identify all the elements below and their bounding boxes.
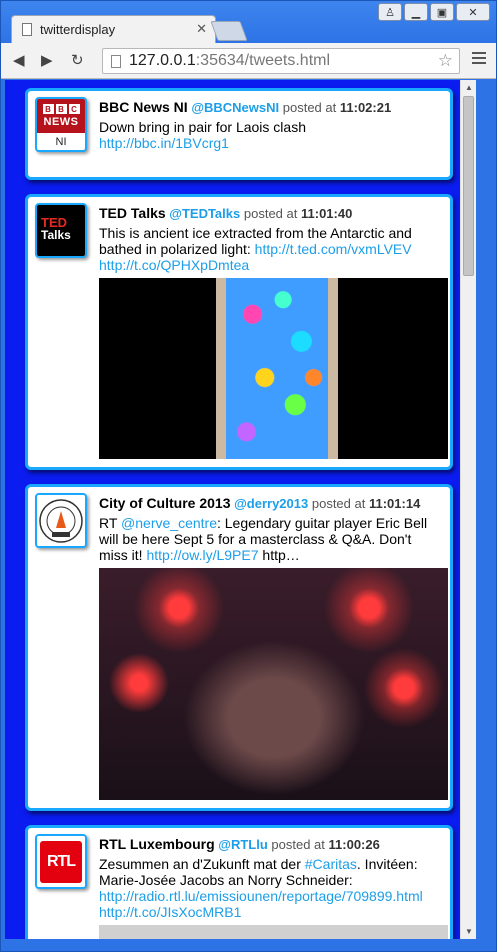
tweet-link[interactable]: http://ow.ly/L9PE7: [146, 547, 258, 563]
vertical-scrollbar[interactable]: ▲ ▼: [460, 80, 476, 939]
page-icon: [22, 23, 32, 36]
menu-icon[interactable]: [472, 52, 486, 67]
tweet-link[interactable]: http://bbc.in/1BVcrg1: [99, 135, 229, 151]
tweet-link[interactable]: http://t.co/QPHXpDmtea: [99, 257, 249, 273]
tweet-meta: TED Talks @TEDTalks posted at 11:01:40: [99, 205, 353, 221]
url-host: 127.0.0.1: [129, 52, 196, 69]
tweet-link[interactable]: http://t.co/JIsXocMRB1: [99, 904, 241, 920]
city-of-culture-logo: [37, 495, 85, 546]
browser-toolbar: ◀ ▶ ↻ 127.0.0.1:35634/tweets.html ☆: [1, 43, 496, 79]
tweet-handle[interactable]: @derry2013: [234, 496, 308, 511]
guitarist-photo: [99, 568, 448, 800]
tweet-author: City of Culture 2013: [99, 495, 231, 511]
page-icon: [111, 54, 121, 68]
rtl-logo: RTL: [37, 836, 85, 887]
address-bar[interactable]: 127.0.0.1:35634/tweets.html ☆: [102, 48, 460, 74]
tab-close-icon[interactable]: ✕: [196, 21, 207, 37]
avatar-ted-talks[interactable]: TED Talks: [35, 203, 87, 258]
tweet-hashtag[interactable]: #Caritas: [305, 856, 357, 872]
window-frame: [476, 80, 496, 939]
title-bar: twitterdisplay ✕ ♙ ▁ ▣ ✕: [1, 1, 496, 43]
maximize-button[interactable]: ▣: [430, 3, 454, 21]
avatar-bbc-news-ni[interactable]: BBC NEWS NI: [35, 97, 87, 152]
tweet-text: This is ancient ice extracted from the A…: [99, 225, 412, 273]
tweet-meta: City of Culture 2013 @derry2013 posted a…: [99, 495, 421, 511]
tweet-author: BBC News NI: [99, 99, 188, 115]
scroll-down-arrow-icon[interactable]: ▼: [465, 927, 473, 936]
tweet-link[interactable]: http://radio.rtl.lu/emissiounen/reportag…: [99, 888, 423, 904]
new-tab-button[interactable]: [210, 21, 248, 41]
tweet-time: 11:01:14: [368, 496, 421, 511]
tweet-author: RTL Luxembourg: [99, 836, 215, 852]
url-path: :35634/tweets.html: [195, 52, 331, 69]
scroll-up-arrow-icon[interactable]: ▲: [465, 83, 473, 92]
scrollbar-thumb[interactable]: [463, 96, 474, 276]
back-icon[interactable]: ◀: [13, 51, 25, 69]
tweet-meta: RTL Luxembourg @RTLlu posted at 11:00:26: [99, 836, 380, 852]
tab-twitterdisplay[interactable]: twitterdisplay ✕: [11, 15, 216, 43]
avatar-city-of-culture[interactable]: [35, 493, 87, 548]
minimize-button[interactable]: ▁: [404, 3, 428, 21]
tab-title: twitterdisplay: [40, 22, 116, 37]
tweet-image[interactable]: [99, 925, 448, 939]
browser-window: twitterdisplay ✕ ♙ ▁ ▣ ✕ ◀ ▶ ↻ 127.0.0.1…: [0, 0, 497, 952]
tweet-card: City of Culture 2013 @derry2013 posted a…: [25, 484, 453, 811]
tweet-meta: BBC News NI @BBCNewsNI posted at 11:02:2…: [99, 99, 392, 115]
ted-logo: TED Talks: [37, 205, 85, 256]
avatar-rtl-luxembourg[interactable]: RTL: [35, 834, 87, 889]
tweet-text: Zesummen an d'Zukunft mat der #Caritas. …: [99, 856, 423, 920]
tweet-image[interactable]: [99, 568, 448, 800]
tweet-text: Down bring in pair for Laois clash http:…: [99, 119, 306, 151]
close-window-button[interactable]: ✕: [456, 3, 490, 21]
forward-icon[interactable]: ▶: [41, 51, 53, 69]
tweet-author: TED Talks: [99, 205, 166, 221]
window-controls: ♙ ▁ ▣ ✕: [378, 3, 490, 21]
bbc-logo: BBC NEWS: [37, 99, 85, 133]
tweet-handle[interactable]: @RTLlu: [218, 837, 268, 852]
tweet-link[interactable]: http://t.ted.com/vxmLVEV: [255, 241, 412, 257]
bookmark-star-icon[interactable]: ☆: [438, 51, 453, 71]
tweets-page: BBC NEWS NI BBC News NI @BBCNewsNI poste…: [5, 80, 460, 939]
tweet-text: RT @nerve_centre: Legendary guitar playe…: [99, 515, 428, 563]
tweet-image[interactable]: [99, 278, 448, 459]
tweet-time: 11:00:26: [328, 837, 380, 852]
tweet-handle[interactable]: @TEDTalks: [169, 206, 240, 221]
user-icon[interactable]: ♙: [378, 3, 402, 21]
tweet-mention[interactable]: @nerve_centre: [121, 515, 217, 531]
tweet-time: 11:01:40: [301, 206, 353, 221]
tweet-card: RTL RTL Luxembourg @RTLlu posted at 11:0…: [25, 825, 453, 939]
tweet-card: TED Talks TED Talks @TEDTalks posted at …: [25, 194, 453, 470]
reload-icon[interactable]: ↻: [71, 51, 84, 69]
tweet-time: 11:02:21: [339, 100, 392, 115]
tweet-card: BBC NEWS NI BBC News NI @BBCNewsNI poste…: [25, 88, 453, 180]
polarized-ice-image: [216, 278, 338, 459]
tweet-handle[interactable]: @BBCNewsNI: [191, 100, 279, 115]
